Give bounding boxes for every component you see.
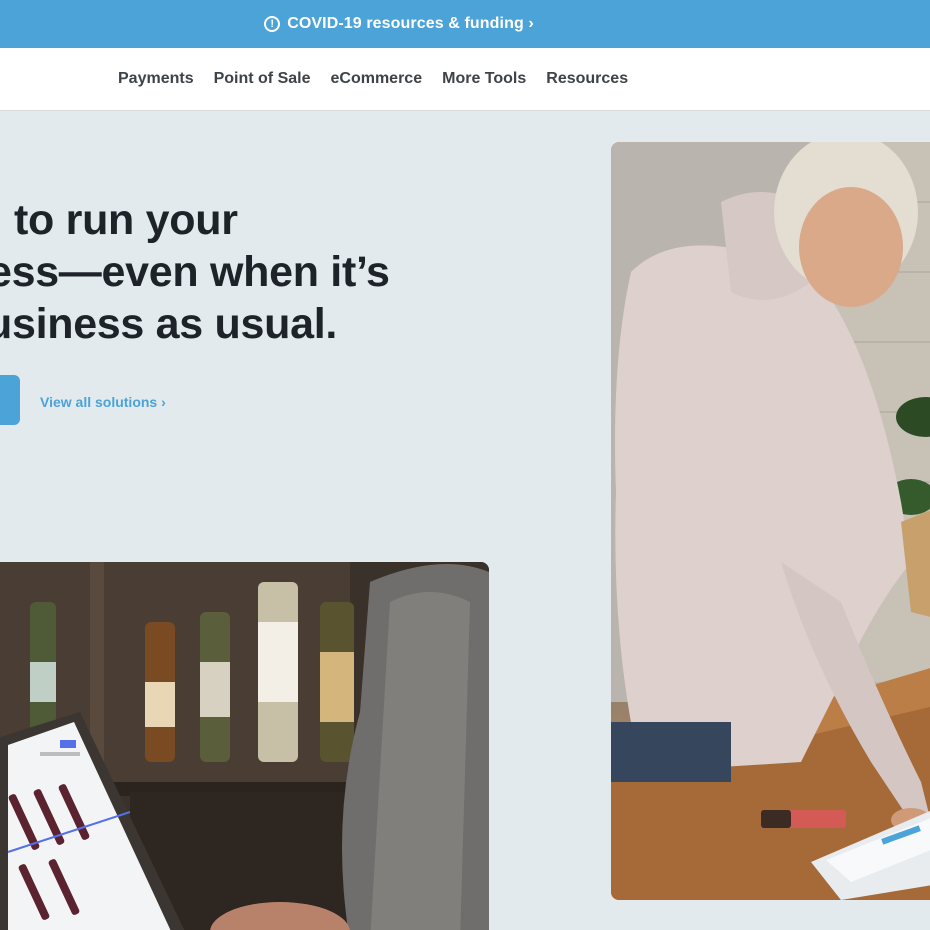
laptop-with-wine-shop-photo	[0, 562, 489, 930]
nav-item-resources[interactable]: Resources	[546, 70, 628, 88]
hero-headline: to run your ness—even when it’s usiness …	[0, 194, 450, 350]
nav-item-point-of-sale[interactable]: Point of Sale	[214, 70, 311, 88]
covid-banner: ! COVID-19 resources & funding ›	[0, 0, 930, 48]
get-started-button[interactable]	[0, 375, 20, 425]
nav-item-ecommerce[interactable]: eCommerce	[331, 70, 423, 88]
info-circle-icon: !	[264, 16, 281, 32]
woman-at-counter-with-tablet-photo	[611, 142, 930, 900]
hero-headline-line-3: usiness as usual.	[0, 300, 338, 348]
hero-headline-line-1: to run your	[14, 196, 238, 244]
covid-banner-link[interactable]: ! COVID-19 resources & funding ›	[264, 15, 534, 33]
nav-item-more-tools[interactable]: More Tools	[442, 70, 526, 88]
nav-item-payments[interactable]: Payments	[118, 70, 194, 88]
main-nav: Payments Point of Sale eCommerce More To…	[0, 48, 930, 111]
hero-headline-line-2: ness—even when it’s	[0, 248, 390, 296]
covid-banner-text: COVID-19 resources & funding ›	[287, 15, 534, 32]
view-all-solutions-link[interactable]: View all solutions ›	[40, 394, 166, 410]
